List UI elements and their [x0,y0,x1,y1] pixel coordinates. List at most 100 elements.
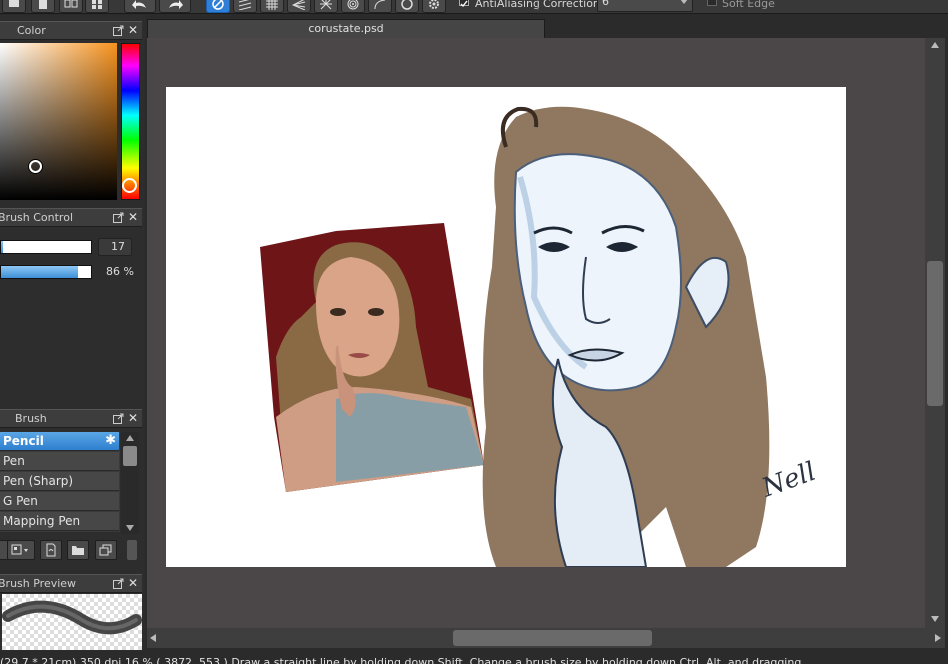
snap-concentric-button[interactable] [341,0,365,13]
correction-value: 6 [602,0,609,8]
brush-density-value: 86 % [106,265,134,278]
redo-icon [169,0,183,9]
redo-button[interactable] [159,0,191,13]
vanishing-point-icon [292,0,306,10]
snap-crisscross-button[interactable] [260,0,284,13]
brush-item-pen[interactable]: Pen [0,452,119,471]
saturation-value-picker[interactable] [0,43,117,200]
concentric-icon [347,0,359,9]
document-tab[interactable]: corustate.psd [147,19,545,38]
scroll-thumb[interactable] [123,446,137,466]
gear-icon [429,0,439,9]
caricature-sketch [482,106,770,567]
correction-select[interactable]: 6 [597,0,693,12]
tile-button[interactable] [85,0,109,13]
status-text: (29.7 * 21cm) 350 dpi 16 % ( 3872, 553 )… [0,656,802,664]
brush-stroke-preview [2,600,142,635]
document-icon [39,0,47,9]
brush-item-label: Pen [3,454,25,468]
undo-icon [132,0,146,9]
scroll-left-icon[interactable] [150,634,156,642]
snap-curve-button[interactable] [368,0,392,13]
brush-panel-header[interactable]: Brush ✕ [0,409,142,428]
brush-item-label: Mapping Pen [3,514,81,528]
gear-icon[interactable]: ✱ [105,432,116,450]
brush-preview-panel-header[interactable]: Brush Preview ✕ [0,574,142,593]
soft-edge-label: Soft Edge [722,0,775,10]
brush-size-value[interactable]: 17 [98,238,132,256]
scroll-down-icon[interactable] [126,525,134,531]
brush-list-scrollbar[interactable] [121,432,139,534]
close-icon[interactable]: ✕ [128,210,138,224]
brush-size-fill [1,241,3,253]
scroll-up-icon[interactable] [126,435,134,441]
reference-photo [260,223,484,492]
duplicate-brush-button[interactable] [95,540,117,560]
photo-eye-left [330,308,346,316]
layer-window-button[interactable] [2,0,26,13]
brush-control-panel-header[interactable]: Brush Control ✕ [0,208,142,227]
color-panel-title: Color [17,24,46,37]
brush-density-slider[interactable] [0,265,92,279]
popout-icon[interactable] [113,25,124,36]
radial-lines-icon [320,0,332,9]
canvas-horizontal-scrollbar[interactable] [147,628,945,648]
vertical-scroll-thumb[interactable] [927,261,943,406]
close-icon[interactable]: ✕ [128,576,138,590]
snap-parallel-button[interactable] [233,0,257,13]
layout-icon [64,0,78,7]
snap-settings-button[interactable] [422,0,446,13]
brush-item-g-pen[interactable]: G Pen [0,492,119,511]
close-icon[interactable]: ✕ [128,411,138,425]
close-icon[interactable]: ✕ [128,23,138,37]
horizontal-scroll-thumb[interactable] [453,630,652,646]
snap-vanishing-button[interactable] [287,0,311,13]
brush-preview-title: Brush Preview [0,577,77,590]
scroll-down-icon[interactable] [931,616,939,622]
color-panel-header[interactable]: Color ✕ [0,21,142,40]
brush-item-pen-sharp[interactable]: Pen (Sharp) [0,472,119,491]
snap-radial-button[interactable] [314,0,338,13]
chevron-down-icon [680,0,688,4]
circle-icon [401,0,413,10]
add-brush-icon [11,544,28,555]
brush-item-mapping-pen[interactable]: Mapping Pen [0,512,119,531]
window-icon [9,0,19,7]
check-icon [460,0,468,8]
popout-icon[interactable] [113,413,124,424]
brush-item-pencil[interactable]: Pencil ✱ [0,432,119,451]
hue-slider[interactable] [121,43,140,200]
brush-item-label: G Pen [3,494,38,508]
document-button[interactable] [31,0,55,13]
brush-tools-splitter[interactable] [127,540,137,560]
add-brush-button[interactable] [7,540,35,560]
brush-item-label: Pencil [3,434,44,448]
scroll-right-icon[interactable] [935,634,941,642]
document-tab-title: corustate.psd [308,22,384,35]
app-window: AntiAliasing | Correction 6 Soft Edge Co… [0,0,948,664]
antialiasing-checkbox[interactable] [459,0,469,8]
brush-settings-file-button[interactable] [40,540,62,560]
file-icon [46,543,56,557]
artwork: Nell [260,106,820,567]
status-bar: (29.7 * 21cm) 350 dpi 16 % ( 3872, 553 )… [0,651,948,664]
popout-icon[interactable] [113,212,124,223]
brush-control-title: Brush Control [0,211,74,224]
brush-preview-area [2,594,142,650]
popout-icon[interactable] [113,578,124,589]
canvas-vertical-scrollbar[interactable] [925,38,945,628]
top-toolbar: AntiAliasing | Correction 6 Soft Edge [0,0,948,14]
soft-edge-checkbox[interactable] [707,0,717,6]
scroll-up-icon[interactable] [931,42,939,48]
no-snap-icon [212,0,224,10]
color-picker-cursor[interactable] [29,160,42,173]
brush-folder-button[interactable] [67,540,89,560]
hue-cursor[interactable] [122,178,137,193]
snap-circle-button[interactable] [395,0,419,13]
undo-button[interactable] [124,0,156,13]
grid-window-button[interactable] [59,0,83,13]
parallel-lines-icon [238,0,252,10]
brush-size-slider[interactable] [0,240,92,254]
snap-off-button[interactable] [206,0,230,13]
drawing-canvas[interactable]: Nell [166,87,846,567]
